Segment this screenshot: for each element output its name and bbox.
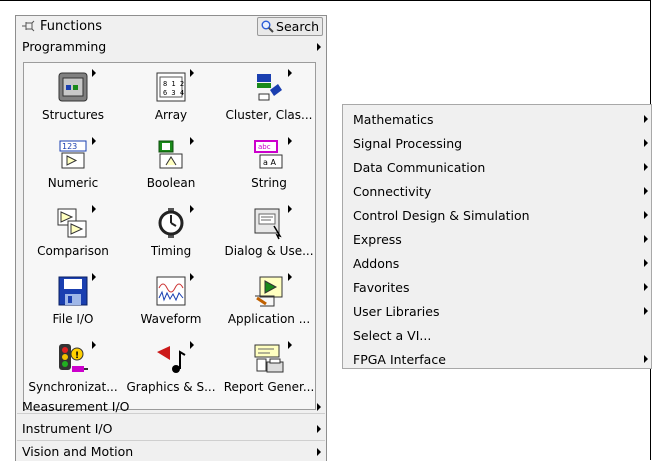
chevron-right-icon [644, 355, 648, 363]
svg-text:6 3 4: 6 3 4 [163, 89, 184, 97]
palette-title: Functions [40, 18, 103, 34]
chevron-right-icon [644, 259, 648, 267]
svg-text:8 1 2: 8 1 2 [163, 80, 184, 88]
application-icon [252, 273, 292, 308]
dialog-icon [252, 205, 292, 240]
menu-item-label: Connectivity [353, 183, 432, 199]
menu-item-data-communication[interactable]: Data Communication [343, 155, 651, 179]
category-vision-and-motion[interactable]: Vision and Motion [17, 441, 325, 462]
chevron-right-icon [644, 307, 648, 315]
menu-item-addons[interactable]: Addons [343, 251, 651, 275]
cluster-icon [252, 69, 292, 104]
timing-icon [154, 205, 194, 240]
graphics-sound-icon [154, 341, 194, 376]
menu-item-label: User Libraries [353, 303, 440, 319]
palette-item-waveform[interactable]: Waveform [122, 267, 220, 335]
palette-titlebar: Functions Search [16, 16, 326, 36]
category-measurement-io[interactable]: Measurement I/O [17, 396, 325, 417]
chevron-right-icon [644, 235, 648, 243]
chevron-right-icon [317, 43, 321, 51]
menu-item-label: Express [353, 231, 402, 247]
menu-item-connectivity[interactable]: Connectivity [343, 179, 651, 203]
array-icon: 8 1 26 3 4 [154, 69, 194, 104]
palette-item-boolean[interactable]: Boolean [122, 131, 220, 199]
report-generation-icon [252, 341, 292, 376]
menu-item-express[interactable]: Express [343, 227, 651, 251]
menu-item-user-libraries[interactable]: User Libraries [343, 299, 651, 323]
structures-icon [56, 69, 96, 104]
svg-text:123: 123 [62, 142, 77, 151]
category-label: Instrument I/O [22, 421, 113, 436]
chevron-right-icon [644, 139, 648, 147]
functions-palette: Functions Search Programming Structures … [15, 15, 327, 461]
menu-item-favorites[interactable]: Favorites [343, 275, 651, 299]
category-label: Programming [22, 39, 107, 54]
menu-item-label: FPGA Interface [353, 351, 446, 367]
comparison-icon [56, 205, 96, 240]
palette-item-dialog[interactable]: Dialog & Use... [220, 199, 318, 267]
chevron-right-icon [644, 211, 648, 219]
programming-icon-grid: Structures 8 1 26 3 4 Array Cluster, Cla… [23, 62, 316, 410]
palette-item-numeric[interactable]: 123 Numeric [24, 131, 122, 199]
palette-item-cluster[interactable]: Cluster, Clas... [220, 63, 318, 131]
category-programming[interactable]: Programming [17, 36, 325, 57]
menu-item-label: Addons [353, 255, 400, 271]
chevron-right-icon [644, 115, 648, 123]
category-instrument-io[interactable]: Instrument I/O [17, 418, 325, 439]
palette-item-report-generation[interactable]: Report Gener... [220, 335, 318, 403]
menu-item-mathematics[interactable]: Mathematics [343, 107, 651, 131]
search-label: Search [276, 19, 319, 34]
waveform-icon [154, 273, 194, 308]
pin-icon[interactable] [21, 19, 35, 33]
menu-item-label: Signal Processing [353, 135, 463, 151]
menu-item-fpga-interface[interactable]: FPGA Interface [343, 347, 651, 371]
chevron-right-icon [317, 448, 321, 456]
numeric-icon: 123 [56, 137, 96, 172]
palette-item-array[interactable]: 8 1 26 3 4 Array [122, 63, 220, 131]
functions-submenu: Mathematics Signal Processing Data Commu… [342, 104, 652, 369]
menu-item-control-design-simulation[interactable]: Control Design & Simulation [343, 203, 651, 227]
svg-text:abc: abc [258, 143, 271, 151]
menu-item-label: Select a VI... [353, 327, 432, 343]
chevron-right-icon [317, 425, 321, 433]
string-icon: abc a A [252, 137, 292, 172]
menu-item-label: Data Communication [353, 159, 486, 175]
svg-text:a A: a A [263, 158, 276, 167]
palette-item-comparison[interactable]: Comparison [24, 199, 122, 267]
palette-item-timing[interactable]: Timing [122, 199, 220, 267]
palette-item-application[interactable]: Application ... [220, 267, 318, 335]
menu-item-signal-processing[interactable]: Signal Processing [343, 131, 651, 155]
menu-item-label: Favorites [353, 279, 410, 295]
category-label: Vision and Motion [22, 444, 134, 459]
menu-item-label: Mathematics [353, 111, 434, 127]
synchronization-icon: ! [56, 341, 96, 376]
search-icon [261, 20, 274, 33]
menu-item-select-a-vi[interactable]: Select a VI... [343, 323, 651, 347]
boolean-icon [154, 137, 194, 172]
chevron-right-icon [644, 283, 648, 291]
palette-item-structures[interactable]: Structures [24, 63, 122, 131]
svg-text:!: ! [75, 351, 79, 361]
chevron-right-icon [317, 403, 321, 411]
file-io-icon [56, 273, 96, 308]
menu-item-label: Control Design & Simulation [353, 207, 530, 223]
category-label: Measurement I/O [22, 399, 130, 414]
chevron-right-icon [644, 163, 648, 171]
palette-item-string[interactable]: abc a A String [220, 131, 318, 199]
palette-item-file-io[interactable]: File I/O [24, 267, 122, 335]
palette-item-graphics-sound[interactable]: Graphics & S... [122, 335, 220, 403]
chevron-right-icon [644, 187, 648, 195]
palette-item-synchronization[interactable]: ! Synchronizat... [24, 335, 122, 403]
search-button[interactable]: Search [257, 17, 323, 36]
